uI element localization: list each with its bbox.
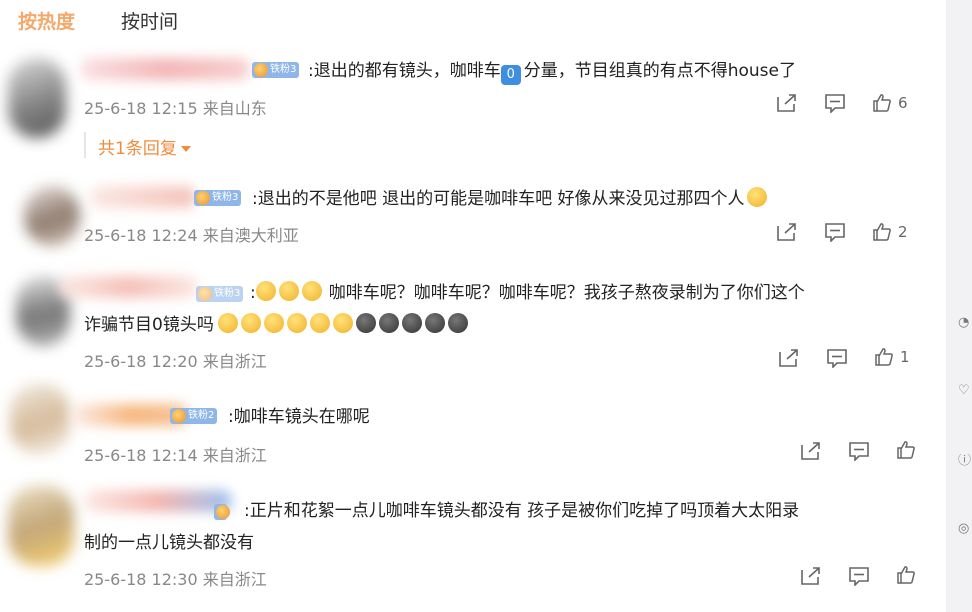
- sleepy-face-icon: [332, 313, 353, 333]
- comment-icon: [849, 442, 869, 461]
- share-icon: [777, 94, 796, 112]
- avatar[interactable]: [8, 486, 74, 566]
- comment-meta: 25-6-18 12:24 来自澳大利亚: [84, 226, 299, 245]
- reply-thread-line: [84, 132, 86, 158]
- hug-face-icon: [278, 281, 299, 301]
- comment-text-line2: 制的一点儿镜头都没有: [84, 530, 254, 556]
- comment-text: :正片和花絮一点儿咖啡车镜头都没有 孩子是被你们吃掉了吗顶着大太阳录: [244, 498, 799, 524]
- dark-emoji-icon: [447, 313, 468, 333]
- comment-icon: [825, 94, 845, 113]
- share-button[interactable]: [776, 93, 798, 113]
- tab-sort-by-hot[interactable]: 按热度: [18, 7, 75, 34]
- comment-button[interactable]: [824, 222, 846, 242]
- comment-icon: [849, 567, 869, 586]
- sleepy-face-icon: [309, 313, 330, 333]
- comment-text-part: :退出的不是他吧 退出的可能是咖啡车吧 好像从来没见过那四个人: [252, 189, 745, 209]
- avatar[interactable]: [24, 186, 80, 246]
- hug-face-icon: [301, 281, 322, 301]
- comment-button[interactable]: [848, 441, 870, 461]
- sleepy-face-icon: [263, 313, 284, 333]
- thumbs-up-icon: [875, 348, 893, 366]
- comment-text: :退出的都有镜头，咖啡车 0 分量，节目组真的有点不得house了: [308, 58, 796, 85]
- like-count: 6: [898, 94, 908, 112]
- avatar[interactable]: [8, 58, 66, 138]
- sleepy-face-icon: [286, 313, 307, 333]
- comment-text-part: :退出的都有镜头，咖啡车: [308, 61, 501, 81]
- caret-down-icon: [180, 146, 191, 152]
- comment-text-line2: 诈骗节目0镜头吗: [84, 312, 471, 338]
- share-icon: [779, 349, 798, 367]
- comment-text-part-2: 咖啡车呢？咖啡车呢？咖啡车呢？我孩子熬夜录制为了你们这个: [328, 283, 805, 303]
- comment-meta: 25-6-18 12:14 来自浙江: [84, 446, 267, 465]
- comment-text-part-2: 制的一点儿镜头都没有: [84, 533, 254, 553]
- comment-button[interactable]: [824, 93, 846, 113]
- fan-badge: 铁粉3: [194, 190, 242, 206]
- thumbs-up-icon: [873, 94, 891, 112]
- thumbs-up-icon: [897, 441, 915, 459]
- comment-text: :退出的不是他吧 退出的可能是咖啡车吧 好像从来没见过那四个人: [252, 186, 770, 212]
- sort-bar: 按热度 按时间: [18, 6, 178, 34]
- like-button[interactable]: 1: [874, 347, 910, 367]
- comment-icon: [825, 223, 845, 242]
- comment-panel: 按热度 按时间 铁粉3 :退出的都有镜头，咖啡车 0 分量，节目组真的有点不得hou…: [0, 0, 946, 612]
- comment-text: :咖啡车镜头在哪呢: [228, 404, 370, 430]
- avatar[interactable]: [10, 384, 70, 454]
- share-icon: [801, 442, 820, 460]
- dark-emoji-icon: [355, 313, 376, 333]
- hug-face-icon: [255, 281, 276, 301]
- side-panel-icon[interactable]: ♡: [958, 384, 972, 398]
- like-button[interactable]: [896, 565, 922, 585]
- keycap-zero-icon: 0: [500, 65, 521, 85]
- like-count: 2: [898, 223, 908, 241]
- side-panel-icon[interactable]: ⓘ: [958, 454, 972, 468]
- comment-icon: [827, 349, 847, 368]
- tab-sort-by-time[interactable]: 按时间: [121, 7, 178, 34]
- thumbs-up-icon: [873, 223, 891, 241]
- comment-button[interactable]: [848, 566, 870, 586]
- share-button[interactable]: [800, 566, 822, 586]
- username[interactable]: [80, 58, 250, 80]
- comment-text: : 咖啡车呢？咖啡车呢？咖啡车呢？我孩子熬夜录制为了你们这个: [250, 280, 805, 306]
- username[interactable]: [90, 186, 196, 208]
- fan-badge: 铁粉3: [196, 286, 244, 302]
- comment-text-part: :咖啡车镜头在哪呢: [228, 407, 370, 427]
- like-button[interactable]: 2: [872, 222, 908, 242]
- share-button[interactable]: [778, 348, 800, 368]
- fan-badge: 2: [214, 504, 231, 520]
- comment-text-part-2: 分量，节目组真的有点不得house了: [523, 61, 796, 81]
- expand-replies-label: 共1条回复: [98, 139, 177, 159]
- thumbs-up-icon: [897, 566, 915, 584]
- comment-meta: 25-6-18 12:30 来自浙江: [84, 570, 267, 589]
- comment-text-part: :: [250, 283, 256, 303]
- comment-meta: 25-6-18 12:20 来自浙江: [84, 352, 267, 371]
- share-button[interactable]: [776, 222, 798, 242]
- username[interactable]: [84, 490, 232, 512]
- thinking-face-icon: [746, 187, 767, 207]
- share-icon: [801, 567, 820, 585]
- like-button[interactable]: 6: [872, 93, 908, 113]
- expand-replies-button[interactable]: 共1条回复: [98, 134, 191, 159]
- comment-text-part: :正片和花絮一点儿咖啡车镜头都没有 孩子是被你们吃掉了吗顶着大太阳录: [244, 501, 800, 521]
- dark-emoji-icon: [378, 313, 399, 333]
- comment-meta: 25-6-18 12:15 来自山东: [84, 99, 267, 118]
- dark-emoji-icon: [401, 313, 422, 333]
- share-icon: [777, 223, 796, 241]
- like-count: 1: [900, 348, 910, 366]
- comment-text-part-3: 诈骗节目0镜头吗: [84, 315, 214, 335]
- dark-emoji-icon: [424, 313, 445, 333]
- username[interactable]: [58, 276, 198, 298]
- side-panel-icon[interactable]: ◔: [958, 316, 972, 330]
- share-button[interactable]: [800, 441, 822, 461]
- comment-button[interactable]: [826, 348, 848, 368]
- fan-badge: 铁粉2: [170, 408, 218, 424]
- side-panel-edge: [946, 0, 972, 612]
- like-button[interactable]: [896, 440, 922, 460]
- side-panel-icon[interactable]: ◎: [958, 522, 972, 536]
- fan-badge: 铁粉3: [252, 62, 300, 78]
- sleepy-face-icon: [217, 313, 238, 333]
- sleepy-face-icon: [240, 313, 261, 333]
